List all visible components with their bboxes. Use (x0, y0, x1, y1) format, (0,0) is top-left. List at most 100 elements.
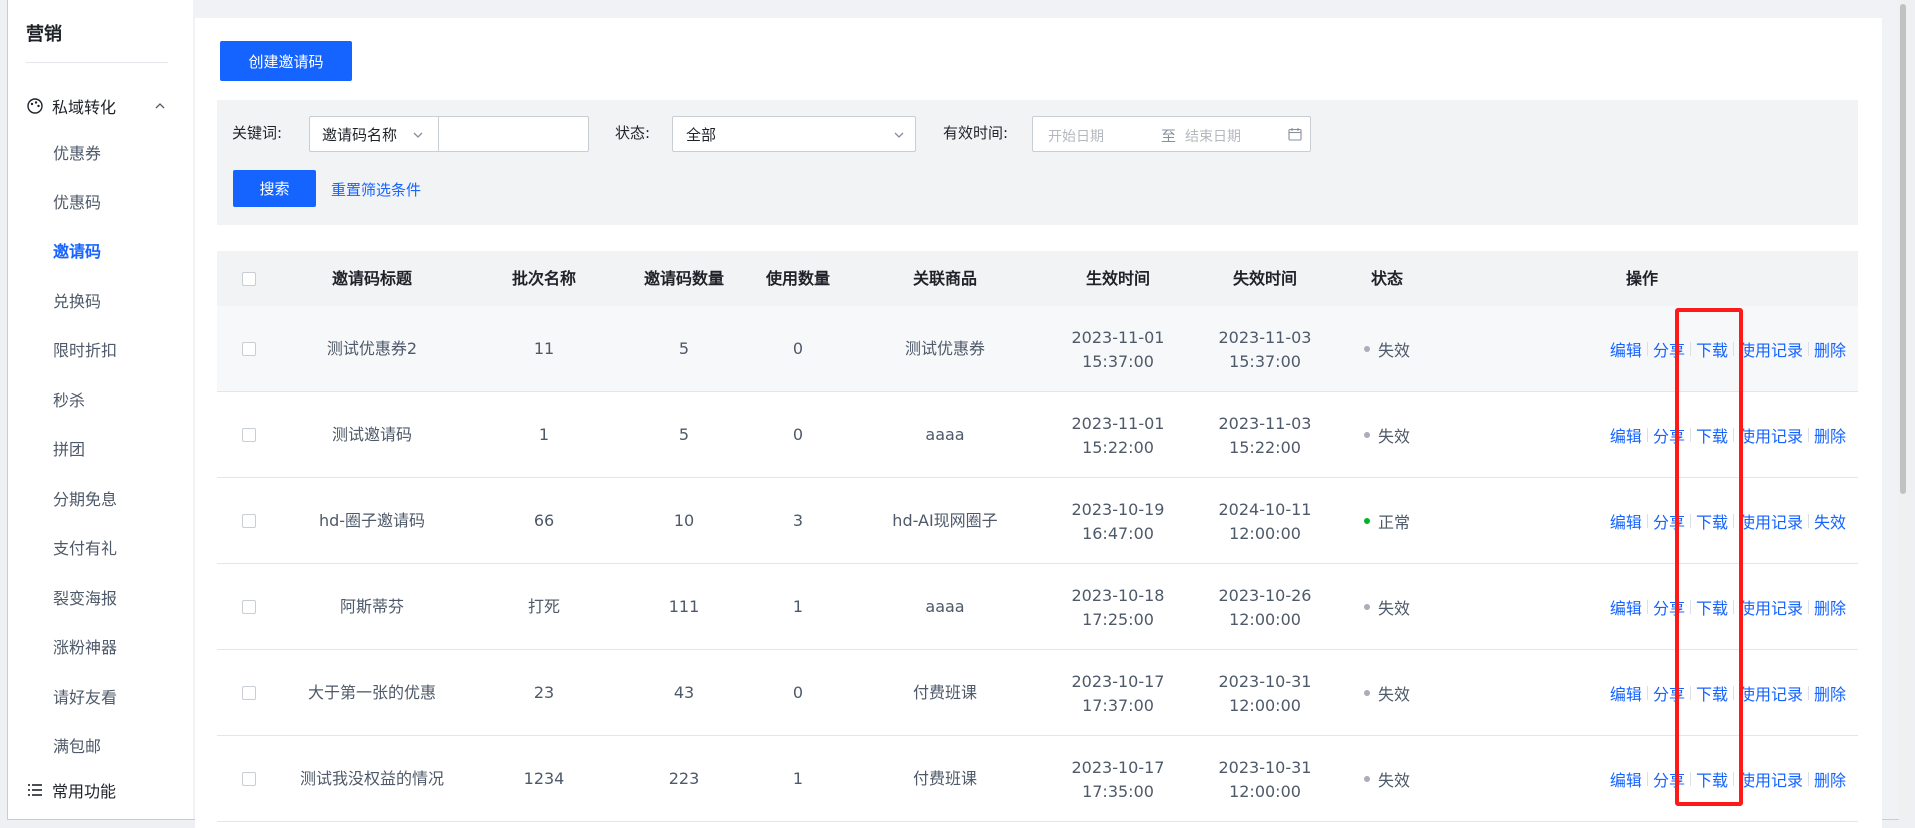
sidebar-divider (26, 62, 168, 63)
share-button[interactable]: 分享 (1653, 681, 1685, 705)
sidebar-item[interactable]: 裂变海报 (53, 585, 117, 609)
cell-count: 111 (668, 597, 700, 616)
usage-record-button[interactable]: 使用记录 (1739, 423, 1803, 447)
valid-time-label: 有效时间: (943, 124, 1009, 142)
status-text: 失效 (1378, 599, 1411, 618)
sidebar-item[interactable]: 支付有礼 (53, 535, 117, 559)
cell-start-time: 2023-10-19 16:47:00 (1048, 498, 1188, 546)
sidebar-group-private-domain[interactable]: 私域转化 (26, 94, 176, 118)
scrollbar-thumb[interactable] (1900, 4, 1906, 494)
calendar-icon (1288, 128, 1302, 141)
cell-end-time: 2023-11-03 15:22:00 (1195, 412, 1335, 460)
download-button[interactable]: 下载 (1696, 337, 1728, 361)
row-checkbox[interactable] (242, 772, 256, 786)
share-button[interactable]: 分享 (1653, 509, 1685, 533)
cell-title: 测试优惠券2 (326, 339, 418, 358)
download-button[interactable]: 下载 (1696, 767, 1728, 791)
share-button[interactable]: 分享 (1653, 423, 1685, 447)
delete-button[interactable]: 失效 (1814, 509, 1846, 533)
sidebar-item[interactable]: 秒杀 (53, 387, 85, 411)
sidebar-common-functions[interactable]: 常用功能 (26, 778, 116, 802)
download-button[interactable]: 下载 (1696, 595, 1728, 619)
reset-filters-link[interactable]: 重置筛选条件 (331, 179, 421, 200)
edit-button[interactable]: 编辑 (1610, 595, 1642, 619)
delete-button[interactable]: 删除 (1814, 595, 1846, 619)
sidebar-item[interactable]: 兑换码 (53, 288, 101, 312)
share-button[interactable]: 分享 (1653, 337, 1685, 361)
download-button[interactable]: 下载 (1696, 681, 1728, 705)
cell-start-time: 2023-11-01 15:37:00 (1048, 326, 1188, 374)
row-checkbox[interactable] (242, 600, 256, 614)
cell-title: 测试邀请码 (331, 425, 412, 444)
create-invite-code-button[interactable]: 创建邀请码 (220, 41, 352, 81)
edit-button[interactable]: 编辑 (1610, 681, 1642, 705)
cell-title: hd-圈子邀请码 (318, 511, 426, 530)
status-dot (1364, 690, 1370, 696)
usage-record-button[interactable]: 使用记录 (1739, 681, 1803, 705)
share-button[interactable]: 分享 (1653, 595, 1685, 619)
sidebar-item[interactable]: 请好友看 (53, 684, 117, 708)
search-button[interactable]: 搜索 (233, 170, 316, 207)
sidebar-item[interactable]: 限时折扣 (53, 337, 117, 361)
row-checkbox[interactable] (242, 428, 256, 442)
delete-button[interactable]: 删除 (1814, 681, 1846, 705)
action-separator (1689, 686, 1691, 700)
cell-start-time: 2023-11-01 15:22:00 (1048, 412, 1188, 460)
cell-product: aaaa (925, 425, 965, 444)
keyword-label: 关键词: (232, 124, 283, 142)
row-actions: 编辑 分享 下载 使用记录 删除 (1610, 306, 1846, 392)
cell-start-time: 2023-10-18 17:25:00 (1048, 584, 1188, 632)
row-checkbox[interactable] (242, 514, 256, 528)
cell-start-time: 2023-10-17 17:35:00 (1048, 756, 1188, 804)
status-text: 失效 (1378, 341, 1411, 360)
edit-button[interactable]: 编辑 (1610, 423, 1642, 447)
delete-button[interactable]: 删除 (1814, 337, 1846, 361)
edit-button[interactable]: 编辑 (1610, 767, 1642, 791)
sidebar-item[interactable]: 优惠券 (53, 140, 101, 164)
column-header: 邀请码数量 (643, 269, 724, 288)
start-date: 2023-10-17 (1071, 758, 1165, 777)
sidebar-item[interactable]: 分期免息 (53, 486, 117, 510)
keyword-input[interactable] (438, 116, 589, 152)
share-button[interactable]: 分享 (1653, 767, 1685, 791)
keyword-type-select[interactable]: 邀请码名称 (309, 116, 439, 152)
usage-record-button[interactable]: 使用记录 (1739, 767, 1803, 791)
cell-count: 223 (668, 769, 700, 788)
row-checkbox[interactable] (242, 342, 256, 356)
download-button[interactable]: 下载 (1696, 423, 1728, 447)
column-header: 状态 (1370, 269, 1403, 288)
delete-button[interactable]: 删除 (1814, 423, 1846, 447)
cell-end-time: 2023-10-31 12:00:00 (1195, 756, 1335, 804)
usage-record-button[interactable]: 使用记录 (1739, 509, 1803, 533)
sidebar-item[interactable]: 涨粉神器 (53, 634, 117, 658)
delete-button[interactable]: 删除 (1814, 767, 1846, 791)
end-time: 15:37:00 (1229, 352, 1301, 371)
usage-record-button[interactable]: 使用记录 (1739, 595, 1803, 619)
edit-button[interactable]: 编辑 (1610, 509, 1642, 533)
sidebar-item[interactable]: 优惠码 (53, 189, 101, 213)
palette-icon (27, 98, 43, 114)
main-content: 创建邀请码 关键词: 邀请码名称 状态: 全部 有效时间: 开始日期 至 结束日… (195, 18, 1882, 828)
column-header: 生效时间 (1085, 269, 1150, 288)
cell-product: hd-AI现网圈子 (892, 511, 998, 530)
select-all-checkbox[interactable] (242, 272, 256, 286)
action-separator (1732, 514, 1734, 528)
cell-used: 1 (792, 597, 804, 616)
cell-product: aaaa (925, 597, 965, 616)
usage-record-button[interactable]: 使用记录 (1739, 337, 1803, 361)
cell-used: 0 (792, 683, 804, 702)
sidebar-item[interactable]: 邀请码 (53, 238, 101, 262)
cell-used: 3 (792, 511, 804, 530)
date-range-picker[interactable]: 开始日期 至 结束日期 (1032, 116, 1311, 152)
status-select[interactable]: 全部 (672, 116, 916, 152)
column-header: 使用数量 (765, 269, 830, 288)
edit-button[interactable]: 编辑 (1610, 337, 1642, 361)
chevron-up-icon (155, 103, 165, 109)
status-text: 正常 (1378, 513, 1411, 532)
end-time: 15:22:00 (1229, 438, 1301, 457)
sidebar-item[interactable]: 拼团 (53, 436, 85, 460)
download-button[interactable]: 下载 (1696, 509, 1728, 533)
column-header: 邀请码标题 (331, 269, 412, 288)
row-checkbox[interactable] (242, 686, 256, 700)
sidebar-item[interactable]: 满包邮 (53, 733, 101, 757)
